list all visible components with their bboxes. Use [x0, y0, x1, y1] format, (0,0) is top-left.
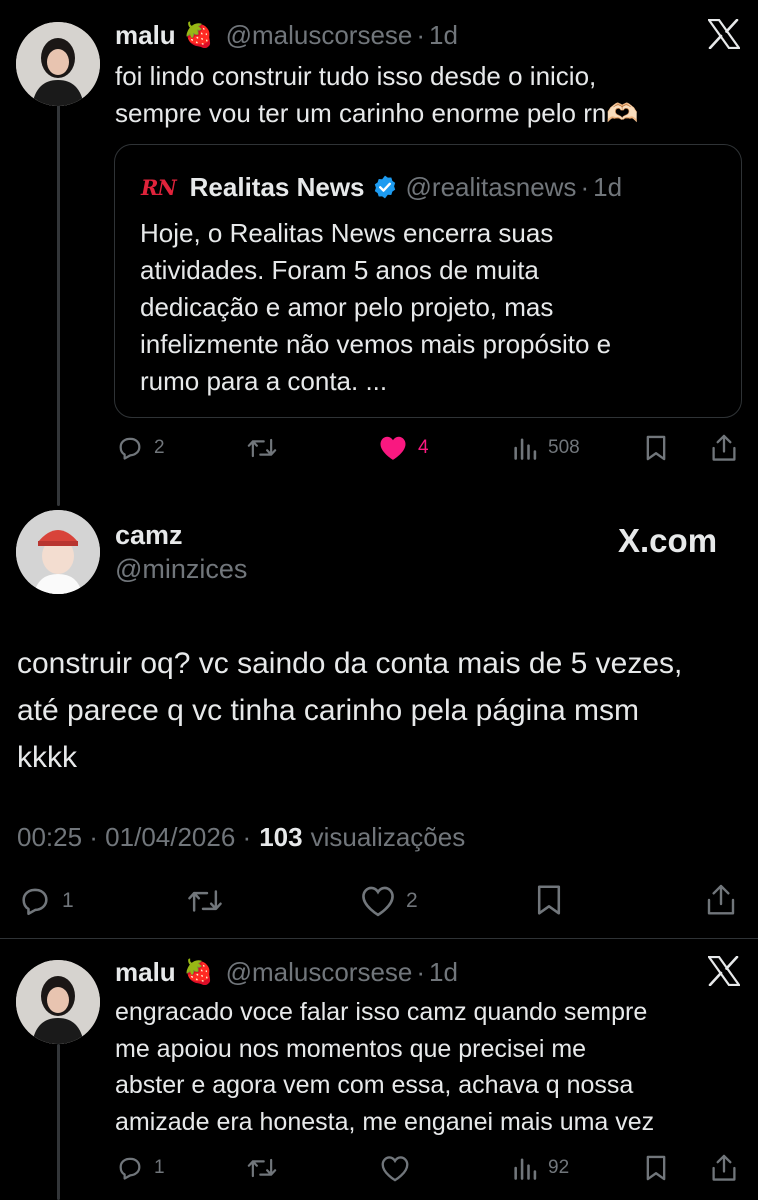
share-button[interactable]	[705, 882, 737, 918]
handle[interactable]: @maluscorsese	[226, 20, 413, 51]
handle[interactable]: @maluscorsese	[226, 957, 413, 988]
retweet-icon	[247, 438, 277, 458]
reply-button[interactable]: 1	[116, 1154, 165, 1182]
bookmark-icon	[646, 435, 666, 461]
views-button[interactable]: 508	[512, 434, 580, 462]
strawberry-emoji: 🍓	[183, 958, 214, 986]
bookmark-icon	[646, 1155, 666, 1181]
like-icon	[381, 1156, 409, 1182]
views-label: visualizações	[310, 822, 466, 852]
display-name[interactable]: malu	[115, 957, 176, 988]
views-count: 103	[259, 822, 303, 852]
retweet-icon	[247, 1158, 277, 1178]
reply-icon	[22, 888, 48, 916]
views-button[interactable]: 92	[512, 1154, 569, 1182]
retweet-button[interactable]	[246, 434, 278, 462]
realitas-news-logo: RN	[141, 174, 177, 200]
bookmark-button[interactable]	[644, 434, 668, 462]
quote-timestamp: 1d	[593, 171, 623, 202]
strawberry-emoji: 🍓	[183, 21, 214, 49]
retweet-icon	[188, 890, 222, 912]
reply-icon	[119, 437, 141, 460]
like-button[interactable]: 2	[360, 885, 418, 917]
quoted-tweet-card[interactable]: RN Realitas News @realitasnews · 1d Hoje…	[114, 144, 742, 418]
verified-badge-icon	[374, 175, 395, 199]
tweet-text: engracado voce falar isso camz quando se…	[115, 998, 655, 1136]
share-button[interactable]	[710, 433, 738, 463]
reply-button[interactable]: 1	[18, 884, 74, 918]
quote-display-name: Realitas News	[189, 171, 365, 202]
share-icon	[712, 434, 736, 461]
separator: ·	[416, 956, 426, 987]
views-icon	[514, 1158, 537, 1180]
bookmark-button[interactable]	[644, 1154, 668, 1182]
x-logo-icon	[708, 19, 740, 49]
thread-line	[57, 104, 60, 506]
timestamp[interactable]: 1d	[429, 957, 458, 988]
bookmark-button[interactable]	[535, 883, 563, 917]
x-logo-icon	[708, 956, 740, 986]
like-button[interactable]: 4	[378, 434, 429, 462]
separator: ·	[580, 171, 590, 202]
display-name[interactable]: malu	[115, 20, 176, 51]
avatar[interactable]	[16, 960, 100, 1044]
reply-button[interactable]: 2	[116, 434, 165, 462]
avatar[interactable]	[16, 22, 100, 106]
thread-line	[57, 1044, 60, 1200]
like-icon	[362, 886, 394, 917]
share-icon	[707, 884, 735, 915]
handle[interactable]: @minzices	[115, 554, 247, 585]
display-name[interactable]: camz	[115, 520, 183, 551]
x-com-brand: X.com	[618, 522, 718, 559]
divider	[0, 938, 758, 939]
separator: ·	[416, 19, 426, 50]
retweet-button[interactable]	[186, 884, 224, 918]
tweet-text: foi lindo construir tudo isso desde o in…	[115, 61, 639, 128]
quote-handle: @realitasnews	[405, 171, 577, 202]
tweet-header: malu 🍓 @maluscorsese · 1d	[115, 20, 458, 50]
like-icon	[380, 436, 406, 460]
quote-header: RN Realitas News @realitasnews · 1d	[141, 171, 622, 203]
tweet-text: construir oq? vc saindo da conta mais de…	[17, 647, 683, 774]
like-button[interactable]	[380, 1155, 410, 1182]
share-button[interactable]	[710, 1153, 738, 1183]
quote-text: Hoje, o Realitas News encerra suas ativi…	[140, 218, 612, 396]
tweet-time-date[interactable]: 00:25 · 01/04/2026 ·	[17, 822, 251, 853]
share-icon	[712, 1154, 736, 1181]
bookmark-icon	[537, 885, 561, 915]
reply-icon	[119, 1157, 141, 1180]
timestamp[interactable]: 1d	[429, 20, 458, 51]
tweet-meta: 00:25 · 01/04/2026 · 103 visualizações	[17, 822, 465, 853]
tweet-header: malu 🍓 @maluscorsese · 1d	[115, 957, 458, 987]
views-icon	[514, 438, 537, 460]
avatar[interactable]	[16, 510, 100, 594]
retweet-button[interactable]	[246, 1154, 278, 1182]
